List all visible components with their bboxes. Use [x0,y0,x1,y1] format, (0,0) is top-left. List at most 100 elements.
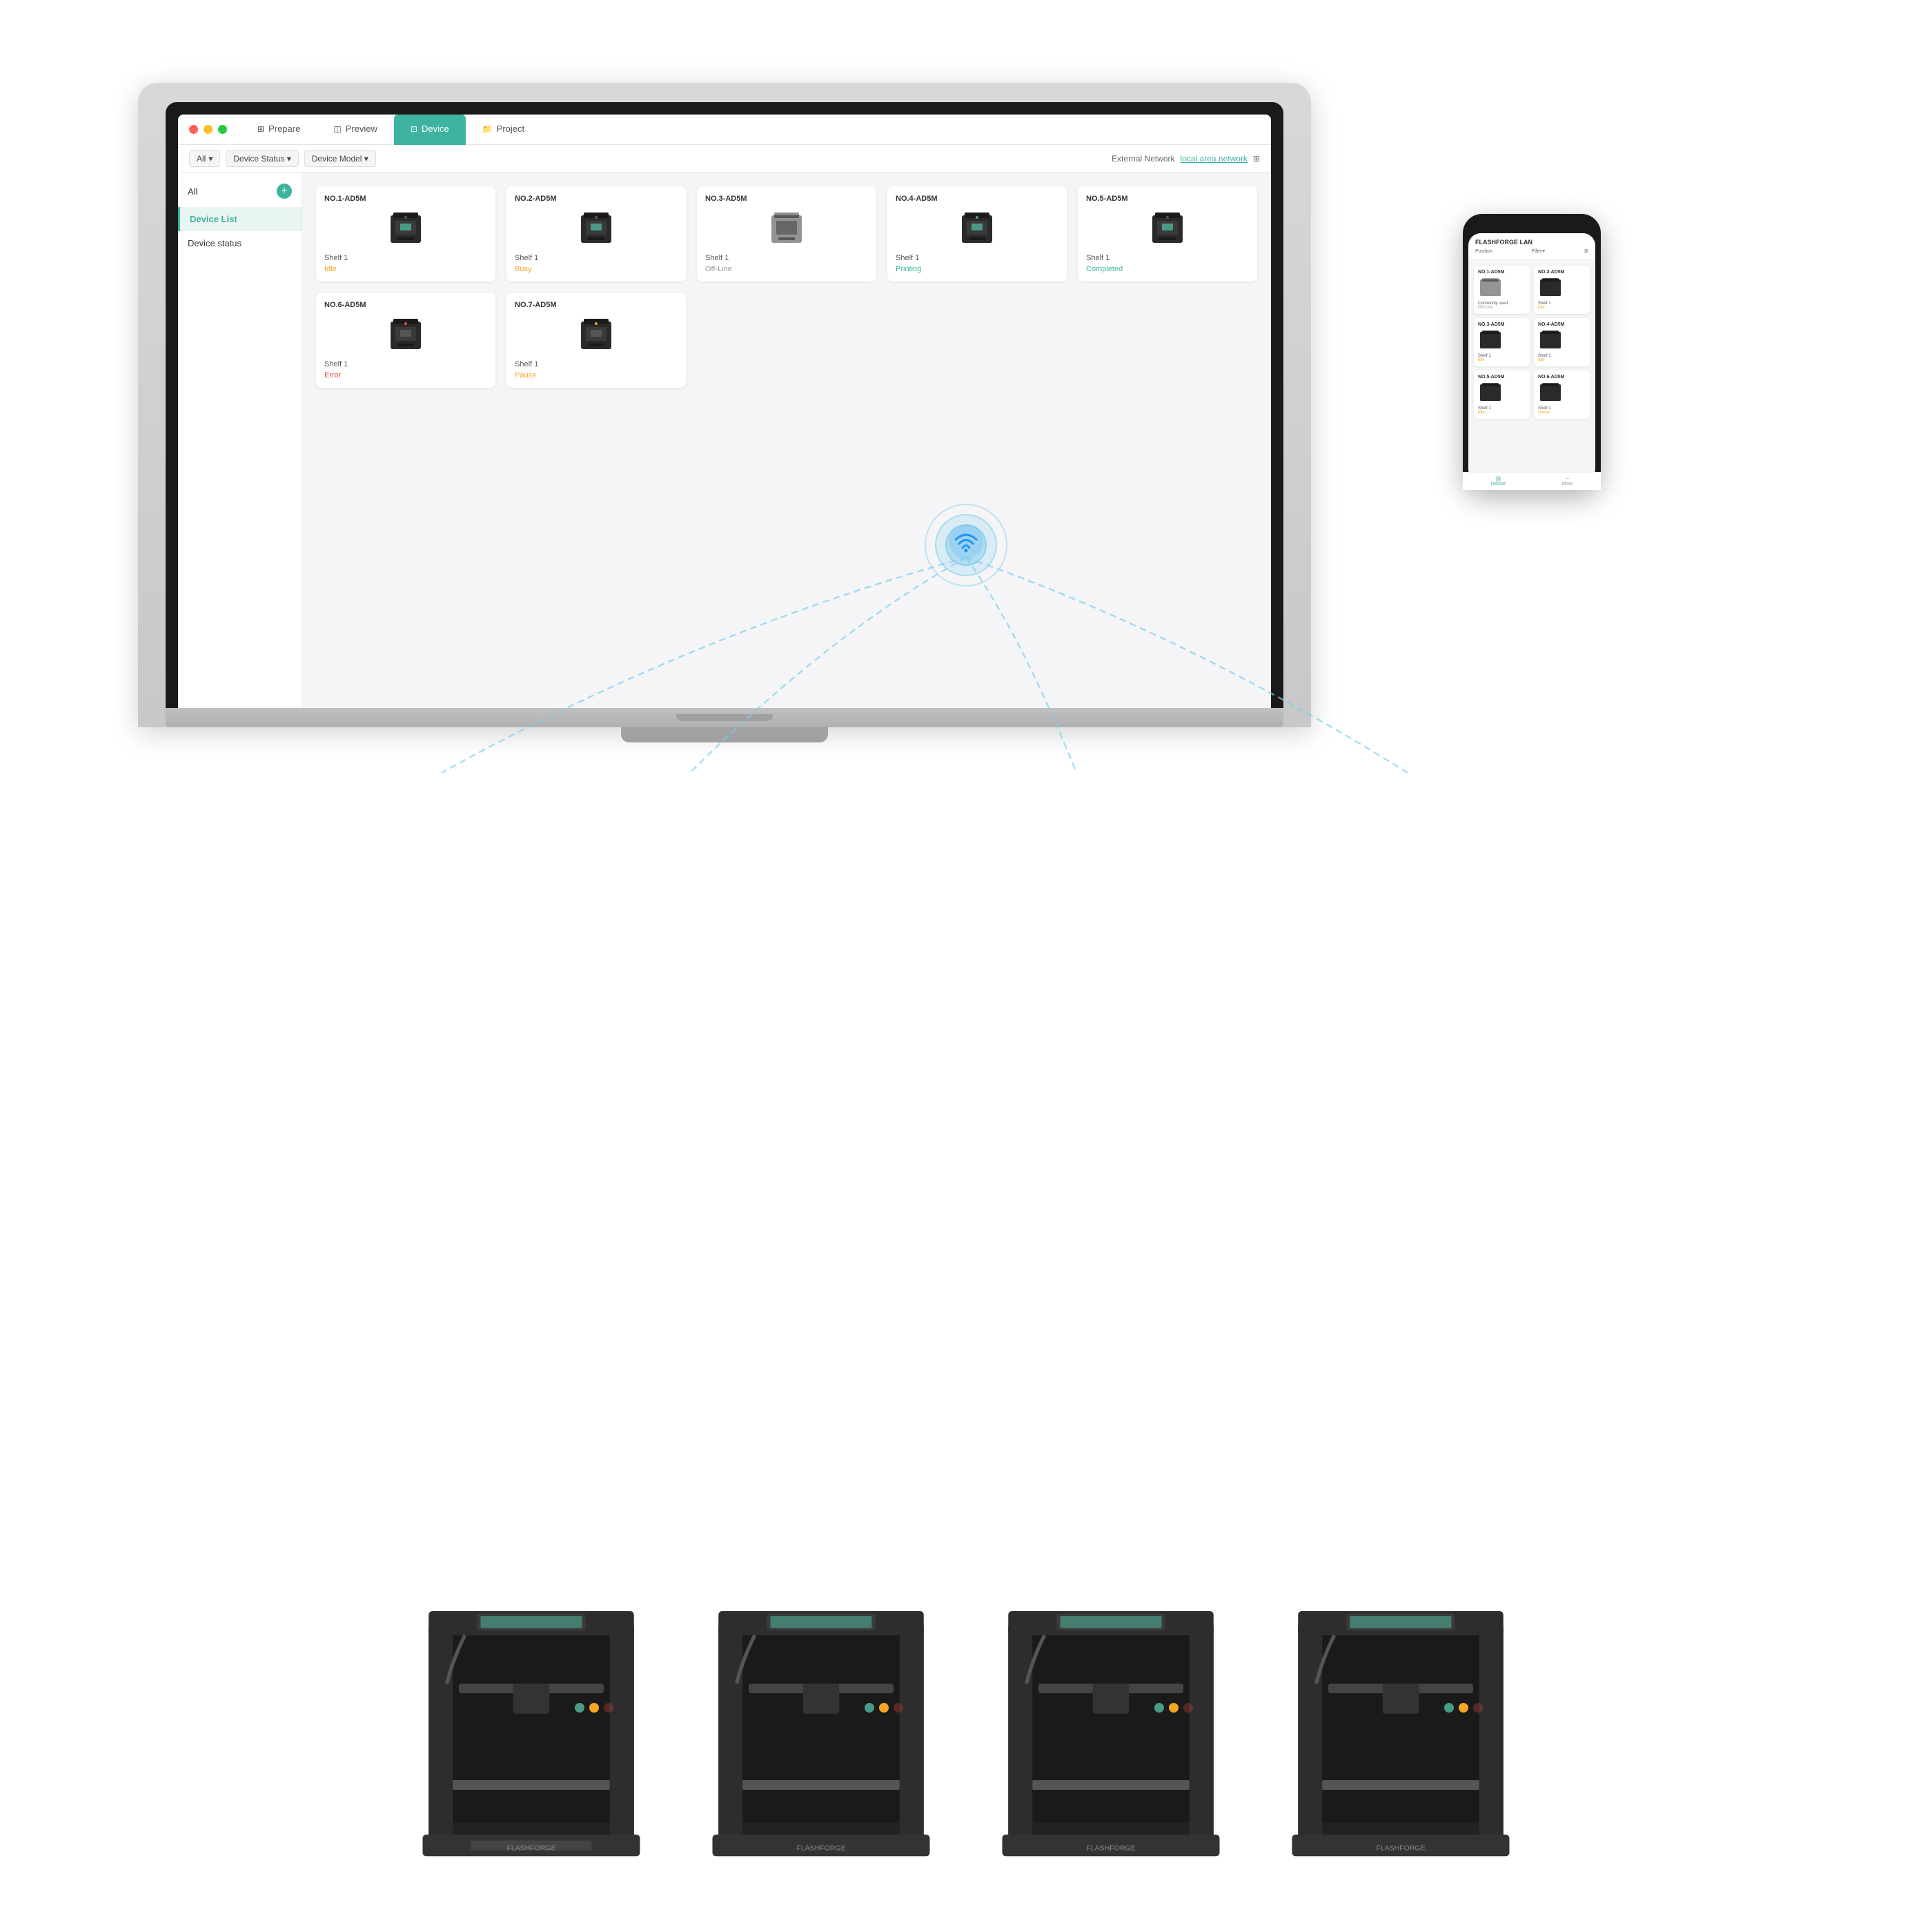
printer-1-svg: FLASHFORGE [407,1587,656,1877]
sidebar-add-button[interactable]: + [277,184,292,199]
device-card-5[interactable]: NO.5-AD5M Shelf 1 Co [1078,186,1257,282]
laptop-stand [621,727,828,742]
phone-printer-thumb-3 [1478,330,1503,351]
all-filter-arrow: ▾ [208,154,213,164]
preview-icon: ◫ [333,124,341,134]
device-card-7-shelf: Shelf 1 [515,360,678,368]
project-icon: 📁 [482,124,493,134]
printer-thumbnail-4 [956,208,998,250]
device-card-2-shelf: Shelf 1 [515,254,678,262]
tab-project[interactable]: 📁 Project [466,115,541,145]
phone-printer-thumb-6 [1538,382,1563,403]
device-card-1-shelf: Shelf 1 [324,254,487,262]
phone-filter-button[interactable]: Filter▾ [1532,248,1545,254]
maximize-button[interactable] [218,125,227,134]
printer-thumbnail-7 [575,315,617,356]
external-network-label: External Network [1112,154,1174,164]
tab-prepare[interactable]: ⊞ Prepare [241,115,317,145]
device-card-4[interactable]: NO.4-AD5M Shelf 1 Pr [887,186,1067,282]
tab-preview[interactable]: ◫ Preview [317,115,394,145]
device-card-4-shelf: Shelf 1 [896,254,1058,262]
phone-device-4-status: Idle [1538,358,1586,362]
nav-tabs: ⊞ Prepare ◫ Preview ⊡ Device 📁 [241,115,1260,145]
phone-device-card-2[interactable]: NO.2-AD5M Shelf 1 Idle [1534,266,1590,314]
all-filter-button[interactable]: All ▾ [189,150,220,167]
tab-preview-label: Preview [346,124,377,134]
phone-app-title: FLASHFORGE LAN [1475,239,1588,246]
tab-device-label: Device [422,124,449,134]
phone-device-6-name: NO.6-AD5M [1538,375,1586,379]
printer-1: FLASHFORGE [407,1587,656,1877]
phone: FLASHFORGE LAN Position Filter▾ ⊞ NO.1-A… [1463,214,1601,490]
phone-position-label[interactable]: Position [1475,249,1492,254]
printer-2: FLASHFORGE [697,1587,945,1877]
device-nav-icon: 🖨 [1491,476,1506,482]
phone-grid-icon[interactable]: ⊞ [1584,248,1588,254]
printer-3: FLASHFORGE [987,1587,1235,1877]
phone-device-card-3[interactable]: NO.3-AD5M Shelf 1 Idle [1474,318,1530,366]
phone-device-card-4[interactable]: NO.4-AD5M Shelf 1 Idle [1534,318,1590,366]
laptop-screen: ⊞ Prepare ◫ Preview ⊡ Device 📁 [178,115,1271,708]
printer-2-svg: FLASHFORGE [697,1587,945,1877]
device-card-5-shelf: Shelf 1 [1086,254,1249,262]
device-model-filter-button[interactable]: Device Model ▾ [304,150,376,167]
tab-prepare-label: Prepare [268,124,300,134]
phone-body: FLASHFORGE LAN Position Filter▾ ⊞ NO.1-A… [1463,214,1601,490]
sidebar-device-status-label: Device status [188,238,241,248]
phone-device-5-status: Idle [1478,411,1526,415]
phone-printer-thumb-5 [1478,382,1503,403]
printer-thumbnail-6 [385,315,426,356]
app-titlebar: ⊞ Prepare ◫ Preview ⊡ Device 📁 [178,115,1271,145]
device-grid: NO.1-AD5M Shelf 1 Id [316,186,1257,388]
sidebar-item-device-status[interactable]: Device status [178,231,302,255]
device-card-1[interactable]: NO.1-AD5M Shelf 1 Id [316,186,495,282]
phone-device-card-1[interactable]: NO.1-AD5M Commonly used Off-Line [1474,266,1530,314]
phone-app-header: FLASHFORGE LAN Position Filter▾ ⊞ [1468,233,1595,260]
device-card-2-status: Busy [515,265,678,273]
phone-nav-device[interactable]: 🖨 Device [1491,476,1506,482]
device-grid-area: NO.1-AD5M Shelf 1 Id [302,172,1271,708]
device-card-6[interactable]: NO.6-AD5M Shelf 1 Er [316,293,495,388]
wifi-icon [949,524,983,566]
device-card-3-name: NO.3-AD5M [705,195,868,203]
device-model-label: Device Model ▾ [312,154,368,164]
device-card-2[interactable]: NO.2-AD5M Shelf 1 Bu [506,186,686,282]
device-status-filter-button[interactable]: Device Status ▾ [226,150,298,167]
toolbar-right: External Network local area network ⊞ [1112,154,1260,164]
phone-nav-more[interactable]: ⋯ More [1561,476,1573,482]
phone-printer-thumb-2 [1538,277,1563,298]
sidebar-item-device-list[interactable]: Device List [178,207,302,231]
device-card-2-name: NO.2-AD5M [515,195,678,203]
phone-device-card-6[interactable]: NO.6-AD5M Shelf 1 Pause [1534,371,1590,419]
local-area-network-link[interactable]: local area network [1181,154,1248,164]
toolbar: All ▾ Device Status ▾ Device Model ▾ Ext… [178,145,1271,172]
minimize-button[interactable] [204,125,213,134]
phone-device-grid: NO.1-AD5M Commonly used Off-Line NO.2-AD… [1468,260,1595,424]
phone-notch [1511,222,1552,229]
phone-device-card-5[interactable]: NO.5-AD5M Shelf 1 Idle [1474,371,1530,419]
phone-device-3-name: NO.3-AD5M [1478,322,1526,327]
phone-device-5-name: NO.5-AD5M [1478,375,1526,379]
svg-text:FLASHFORGE: FLASHFORGE [1376,1844,1425,1853]
svg-text:FLASHFORGE: FLASHFORGE [1086,1844,1135,1853]
phone-filter-row: Position Filter▾ ⊞ [1475,248,1588,254]
device-card-1-status: Idle [324,265,487,273]
close-button[interactable] [189,125,198,134]
device-card-4-name: NO.4-AD5M [896,195,1058,203]
laptop-body: ⊞ Prepare ◫ Preview ⊡ Device 📁 [138,83,1311,727]
device-card-6-status: Error [324,371,487,379]
phone-device-1-status: Off-Line [1478,306,1526,310]
laptop-base [166,708,1283,727]
screen-bezel: ⊞ Prepare ◫ Preview ⊡ Device 📁 [166,102,1283,708]
device-card-6-shelf: Shelf 1 [324,360,487,368]
device-card-5-status: Completed [1086,265,1249,273]
device-card-7-name: NO.7-AD5M [515,301,678,309]
printer-thumbnail-2 [575,208,617,250]
device-card-3[interactable]: NO.3-AD5M Shelf 1 Off-Line [697,186,876,282]
printer-4-svg: FLASHFORGE [1276,1587,1525,1877]
sidebar-header: All + [178,184,302,207]
tab-device[interactable]: ⊡ Device [394,115,466,145]
tab-project-label: Project [497,124,524,134]
grid-toggle-icon[interactable]: ⊞ [1253,154,1260,164]
device-card-7[interactable]: NO.7-AD5M Shelf 1 Pa [506,293,686,388]
